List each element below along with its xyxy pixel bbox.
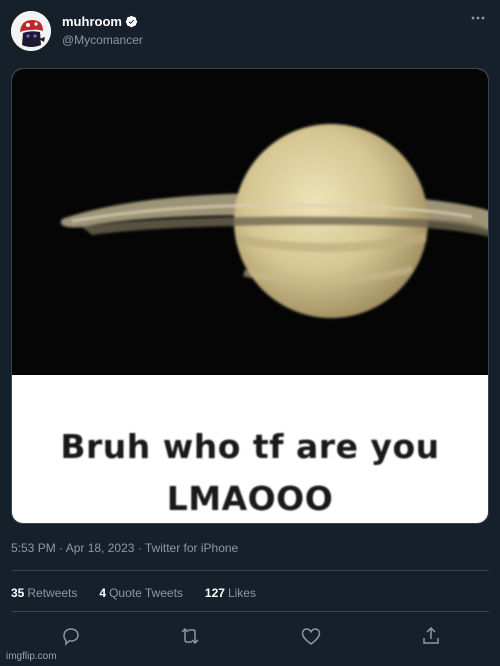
reply-icon[interactable] — [59, 624, 83, 648]
imgflip-watermark: imgflip.com — [6, 651, 57, 662]
saturn-icon — [61, 124, 488, 318]
retweets-count: 35 — [11, 586, 25, 600]
verified-badge-icon — [125, 15, 138, 28]
meme-caption-line1: Bruh who tf are you — [60, 427, 440, 466]
divider — [11, 611, 489, 612]
divider — [11, 570, 489, 571]
likes-count: 127 — [204, 586, 225, 600]
tweet-timestamp[interactable]: 5:53 PM · Apr 18, 2023 · Twitter for iPh… — [11, 541, 238, 555]
tweet-stats: 35 Retweets 4 Quote Tweets 127 Likes — [11, 586, 278, 600]
likes-stat[interactable]: 127 Likes — [205, 586, 256, 600]
retweets-stat[interactable]: 35 Retweets — [11, 586, 77, 600]
tweet-header: muhroom @Mycomancer — [0, 0, 500, 62]
avatar[interactable] — [11, 11, 51, 51]
display-name[interactable]: muhroom — [62, 14, 122, 29]
quote-tweets-count: 4 — [99, 586, 107, 600]
more-options-icon[interactable] — [470, 12, 486, 24]
tweet-media-image[interactable]: Bruh who tf are you LMAOOO — [11, 68, 489, 524]
retweets-label: Retweets — [27, 586, 78, 600]
name-row: muhroom — [62, 14, 138, 29]
mushroom-avatar-icon — [11, 11, 51, 51]
quote-tweets-label: Quote Tweets — [109, 586, 183, 600]
share-icon[interactable] — [419, 624, 443, 648]
meme-caption-line2: LMAOOO — [166, 479, 334, 518]
quote-tweets-stat[interactable]: 4 Quote Tweets — [99, 586, 183, 600]
user-handle[interactable]: @Mycomancer — [62, 33, 143, 47]
tweet-actions — [11, 624, 489, 648]
retweet-icon[interactable] — [178, 624, 202, 648]
heart-icon[interactable] — [299, 624, 323, 648]
likes-label: Likes — [227, 586, 256, 600]
